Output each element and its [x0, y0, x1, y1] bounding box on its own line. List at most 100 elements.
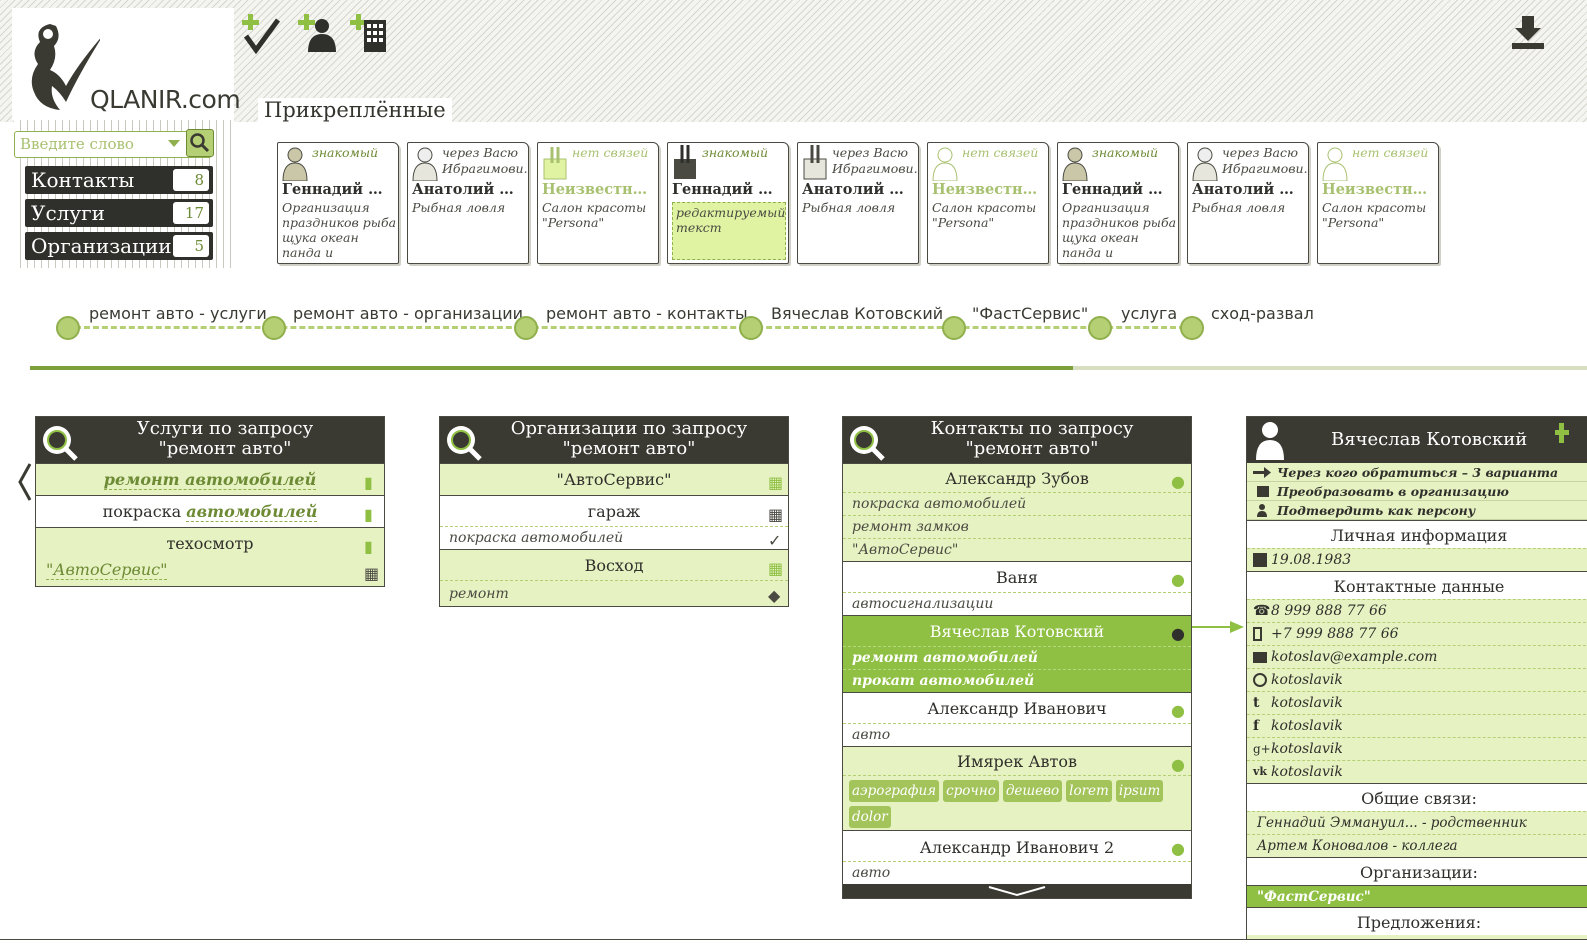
trail-node-service[interactable] — [1088, 316, 1112, 340]
nav-item-organizations[interactable]: Организации 5 — [25, 232, 213, 260]
email-row[interactable]: kotoslav@example.com — [1247, 645, 1587, 668]
person-icon: ● — [1171, 472, 1185, 491]
trail-node-organization[interactable] — [942, 316, 966, 340]
trail-node-search-services[interactable] — [56, 316, 80, 340]
action-confirm-person[interactable]: Подтвердить как персону — [1247, 501, 1587, 520]
list-item[interactable]: Имярек Автов ● аэрография срочно дешево … — [843, 746, 1191, 830]
tag[interactable]: ipsum — [1115, 780, 1164, 802]
search-box — [14, 129, 214, 158]
service-link[interactable]: автомобилей — [186, 502, 318, 522]
trail-node-search-organizations[interactable] — [262, 316, 286, 340]
list-item-selected[interactable]: Вячеслав Котовский ● ремонт автомобилей … — [843, 615, 1191, 692]
pinned-card[interactable]: через Васю Ибрагимови... Анатолий Ива...… — [797, 142, 919, 264]
card-description: Салон красоты "Persona" — [932, 200, 1037, 230]
search-icon — [447, 426, 482, 461]
contact-name: Ваня — [995, 568, 1039, 587]
card-relation: нет связей — [1352, 145, 1429, 160]
scroll-down-button[interactable] — [843, 884, 1191, 898]
tag[interactable]: срочно — [943, 780, 999, 802]
trail-label[interactable]: Вячеслав Котовский — [768, 304, 947, 323]
pinned-card[interactable]: нет связей Неизвестный Салон красоты "Pe… — [1317, 142, 1439, 264]
service-link[interactable]: ремонт автомобилей — [103, 470, 317, 490]
card-edit-field[interactable]: редактируемый текст — [672, 202, 786, 260]
pinned-card[interactable]: нет связей Неизвестный Салон красоты "Pe… — [927, 142, 1049, 264]
section-title: Личная информация — [1247, 520, 1587, 548]
relation-row[interactable]: Артем Коновалов - коллега — [1247, 834, 1587, 857]
trail-label[interactable]: ремонт авто - контакты — [543, 304, 751, 323]
list-item[interactable]: Александр Зубов ● покраска автомобилей р… — [843, 463, 1191, 561]
list-item[interactable]: Александр Иванович 2 ● авто — [843, 830, 1191, 884]
pinned-card[interactable]: нет связей Неизвестный Салон красоты "Pe… — [537, 142, 659, 264]
list-item[interactable]: техосмотр ▮ "АвтоСервис" ▦ — [36, 527, 384, 586]
vk-row[interactable]: vk kotoslavik — [1247, 760, 1587, 783]
relation-row[interactable]: Геннадий Эммануил... - родственник — [1247, 811, 1587, 834]
twitter-value: kotoslavik — [1271, 695, 1343, 711]
pinned-card[interactable]: знакомый Геннадий Пет... Организация пра… — [277, 142, 399, 264]
search-button[interactable] — [186, 129, 214, 157]
chevron-down-icon[interactable] — [168, 140, 180, 147]
list-item[interactable]: гараж ▦ покраска автомобилей ✓ — [440, 495, 788, 550]
list-item[interactable]: Ваня ● автосигнализации — [843, 561, 1191, 615]
tag[interactable]: lorem — [1066, 780, 1112, 802]
list-item[interactable]: покраска автомобилей ▮ — [36, 495, 384, 527]
service-name: техосмотр — [166, 534, 254, 553]
panel-subtitle: "ремонт авто" — [158, 438, 292, 459]
list-item[interactable]: Александр Иванович ● авто — [843, 692, 1191, 746]
card-relation: знакомый — [312, 145, 379, 160]
organization-icon: ▦ — [768, 505, 784, 524]
search-icon — [43, 426, 78, 461]
add-organization-icon[interactable] — [348, 12, 390, 54]
trail-label[interactable]: ремонт авто - услуги — [86, 304, 270, 323]
trail-label[interactable]: ремонт авто - организации — [290, 304, 527, 323]
person-avatar-icon — [932, 147, 958, 181]
add-icon[interactable] — [1555, 423, 1569, 443]
tag[interactable]: аэрография — [849, 780, 940, 802]
nav-item-label: Контакты — [31, 168, 135, 192]
search-input[interactable] — [15, 132, 165, 156]
organization-row[interactable]: "ФастСервис" — [1247, 885, 1587, 907]
trail-label[interactable]: услуга — [1118, 304, 1181, 323]
download-icon[interactable] — [1508, 12, 1548, 52]
action-through-whom[interactable]: Через кого обратиться – 3 варианта — [1247, 463, 1587, 482]
phone-row[interactable]: ☎ 8 999 888 77 66 — [1247, 599, 1587, 622]
trail-node-check[interactable] — [1180, 316, 1204, 340]
services-panel: Услуги по запросу "ремонт авто" ремонт а… — [35, 416, 385, 587]
nav-item-contacts[interactable]: Контакты 8 — [25, 166, 213, 194]
pinned-card[interactable]: знакомый Геннадий Пет... редактируемый т… — [667, 142, 789, 264]
profile-header: Вячеслав Котовский — [1247, 417, 1587, 463]
list-item[interactable]: "АвтоСервис" ▦ — [440, 463, 788, 495]
add-task-icon[interactable] — [240, 12, 282, 54]
skype-icon — [1253, 673, 1267, 687]
mobile-row[interactable]: +7 999 888 77 66 — [1247, 622, 1587, 645]
tag[interactable]: дешево — [1002, 780, 1063, 802]
service-icon: ▮ — [364, 537, 373, 556]
organization-link[interactable]: "АвтоСервис" — [46, 560, 168, 580]
mail-icon — [1253, 652, 1267, 663]
twitter-row[interactable]: t kotoslavik — [1247, 691, 1587, 714]
list-item[interactable]: Восход ▦ ремонт ◆ — [440, 549, 788, 606]
skype-row[interactable]: kotoslavik — [1247, 668, 1587, 691]
panel-title: Услуги по запросу — [136, 418, 314, 439]
add-person-icon[interactable] — [296, 12, 338, 54]
service-tag: авто — [843, 723, 1191, 746]
list-item[interactable]: ремонт автомобилей ▮ — [36, 463, 384, 495]
contact-name: Александр Зубов — [945, 469, 1089, 488]
pinned-card[interactable]: через Васю Ибрагимови... Анатолий Ива...… — [1187, 142, 1309, 264]
pinned-card[interactable]: через Васю Ибрагимови... Анатолий Ива...… — [407, 142, 529, 264]
panel-header: Услуги по запросу "ремонт авто" — [36, 417, 384, 463]
gplus-row[interactable]: g+ kotoslavik — [1247, 737, 1587, 760]
organization-name: гараж — [587, 502, 641, 521]
trail-label[interactable]: сход-развал — [1208, 304, 1317, 323]
trail-node-person[interactable] — [739, 316, 763, 340]
tag[interactable]: dolor — [849, 806, 891, 828]
nav-item-services[interactable]: Услуги 17 — [25, 199, 213, 227]
tag-icon: ◆ — [768, 586, 781, 605]
chevron-left-icon[interactable] — [18, 462, 32, 502]
facebook-row[interactable]: f kotoslavik — [1247, 714, 1587, 737]
trail-node-search-contacts[interactable] — [514, 316, 538, 340]
trail-label[interactable]: "ФастСервис" — [969, 304, 1092, 323]
action-convert-to-organization[interactable]: Преобразовать в организацию — [1247, 482, 1587, 501]
logo[interactable]: QLANIR.com — [12, 8, 241, 120]
organization-name: "АвтоСервис" — [556, 470, 672, 489]
pinned-card[interactable]: знакомый Геннадий Пет... Организация пра… — [1057, 142, 1179, 264]
